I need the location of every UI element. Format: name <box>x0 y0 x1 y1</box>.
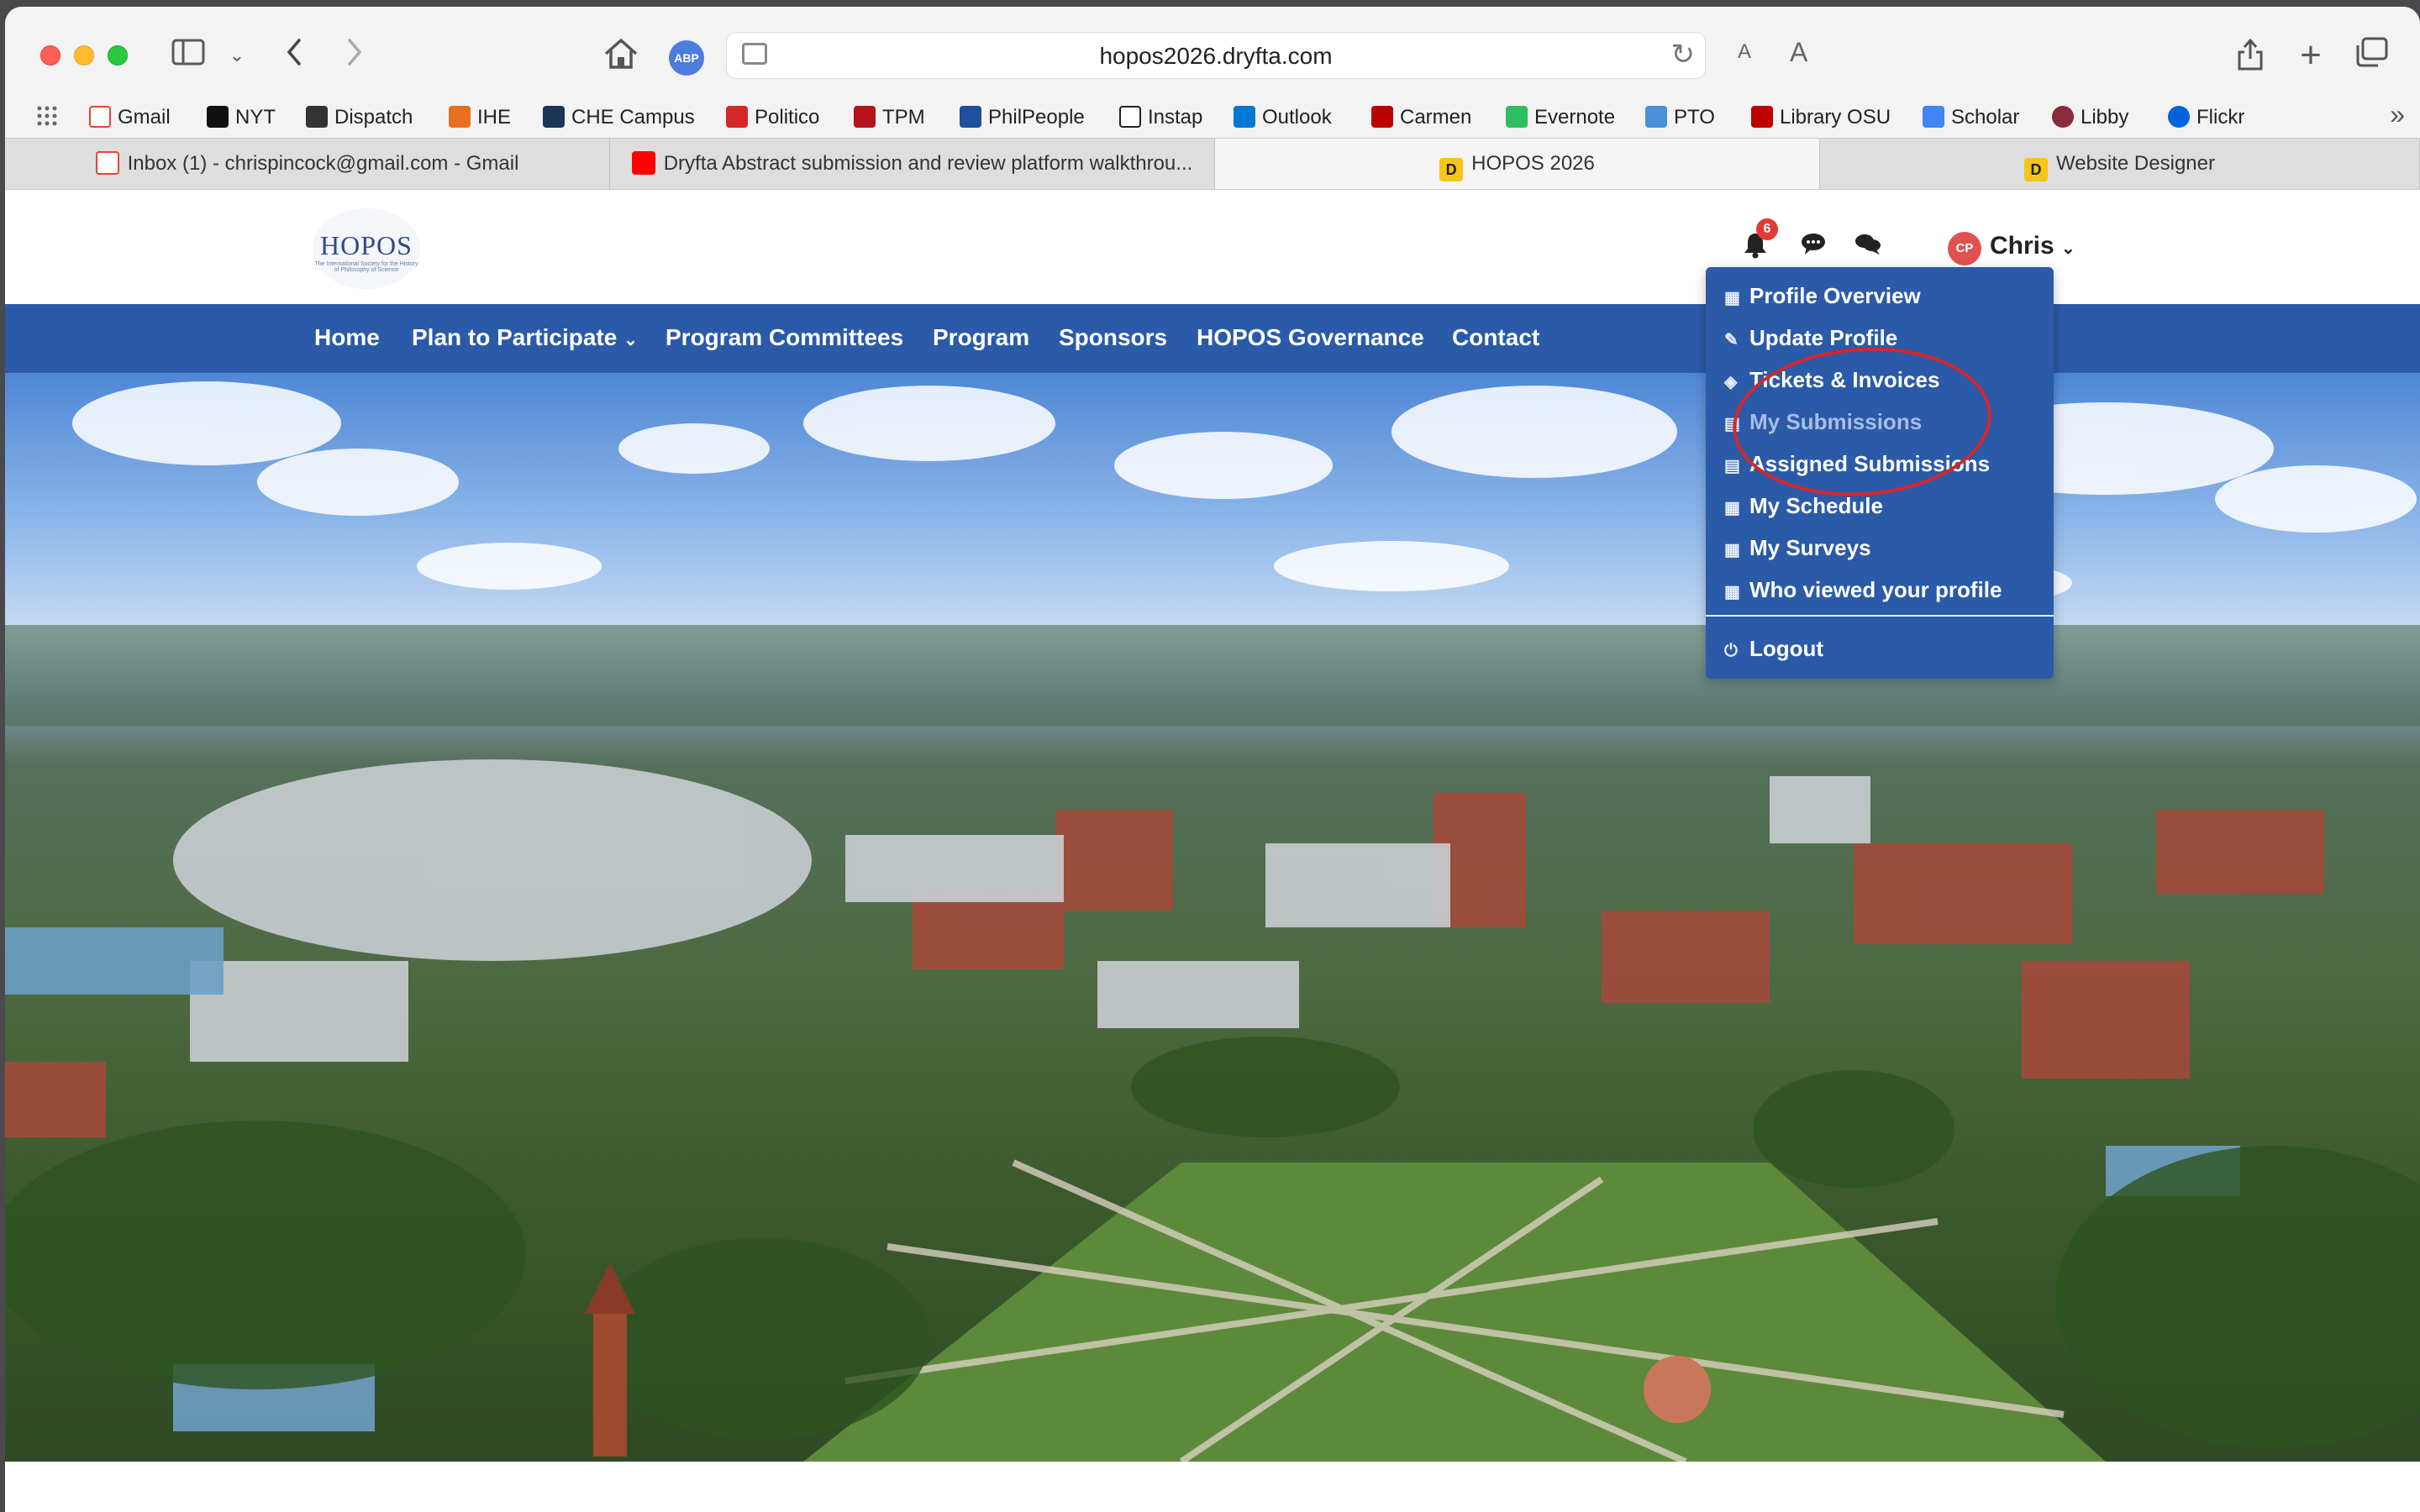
dashboard-icon: ▦ <box>1724 289 1740 307</box>
calendar-icon: ▦ <box>1724 499 1740 517</box>
bookmark-evernote[interactable]: Evernote <box>1506 104 1615 131</box>
gmail-icon <box>95 151 119 175</box>
dispatch-icon <box>306 106 328 128</box>
tpm-icon <box>854 106 876 128</box>
reload-icon[interactable]: ↻ <box>1671 38 1696 71</box>
menu-divider <box>1706 615 2054 617</box>
instapaper-icon <box>1119 106 1141 128</box>
new-tab-icon[interactable]: + <box>2294 37 2328 74</box>
hopos-logo[interactable]: HOPOS The International Society for the … <box>313 208 420 289</box>
nav-contact[interactable]: Contact <box>1452 324 1539 351</box>
back-icon[interactable] <box>279 37 309 74</box>
bookmark-library-osu[interactable]: Library OSU <box>1751 104 1891 131</box>
tab-hopos-2026[interactable]: D HOPOS 2026 <box>1215 139 1820 189</box>
notification-badge: 6 <box>1756 218 1778 240</box>
forward-icon[interactable] <box>339 37 370 74</box>
calendar-icon: ▦ <box>1724 583 1740 601</box>
nyt-icon <box>207 106 229 128</box>
bookmark-flickr[interactable]: Flickr <box>2168 104 2244 131</box>
power-icon: ⏻ <box>1724 642 1738 660</box>
dryfta-icon: D <box>2024 158 2048 181</box>
address-bar[interactable]: hopos2026.dryfta.com ↻ <box>726 32 1706 79</box>
nav-home[interactable]: Home <box>314 324 380 351</box>
menu-profile-overview[interactable]: ▦ Profile Overview <box>1724 279 1921 312</box>
politico-icon <box>726 106 748 128</box>
decrease-font-button[interactable]: A <box>1738 40 1751 64</box>
library-osu-icon <box>1751 106 1773 128</box>
ihe-icon <box>449 106 471 128</box>
adblock-plus-icon[interactable]: ABP <box>669 40 704 76</box>
main-navigation: Home Plan to Participate ⌄ Program Commi… <box>5 304 2420 373</box>
bookmark-philpeople[interactable]: PhilPeople <box>960 104 1085 131</box>
page-footer-strip <box>5 1462 2420 1512</box>
home-icon[interactable] <box>602 37 640 74</box>
share-icon[interactable] <box>2233 37 2267 74</box>
apps-grid-icon[interactable] <box>35 104 59 131</box>
bookmark-politico[interactable]: Politico <box>726 104 819 131</box>
sidebar-toggle-icon[interactable] <box>170 37 207 74</box>
browser-window: ⌄ ABP hopos2026.dryfta.com ↻ A A + Gmail… <box>5 7 2420 1512</box>
bookmark-dispatch[interactable]: Dispatch <box>306 104 413 131</box>
chevron-down-icon[interactable]: ⌄ <box>225 37 249 74</box>
bookmark-carmen[interactable]: Carmen <box>1371 104 1471 131</box>
outlook-icon <box>1234 106 1255 128</box>
web-page: HOPOS The International Society for the … <box>5 190 2420 1512</box>
bookmark-gmail[interactable]: Gmail <box>89 104 171 131</box>
nav-hopos-governance[interactable]: HOPOS Governance <box>1197 324 1424 351</box>
menu-who-viewed-profile[interactable]: ▦ Who viewed your profile <box>1724 573 2002 606</box>
calendar-icon: ▦ <box>1724 541 1740 559</box>
edit-icon: ✎ <box>1724 331 1739 349</box>
bookmark-scholar[interactable]: Scholar <box>1923 104 2019 131</box>
tab-overview-icon[interactable] <box>2353 37 2390 74</box>
youtube-icon <box>631 151 655 175</box>
evernote-icon <box>1506 106 1528 128</box>
che-icon <box>543 106 565 128</box>
scholar-icon <box>1923 106 1944 128</box>
nav-plan-to-participate[interactable]: Plan to Participate ⌄ <box>412 324 638 351</box>
dryfta-icon: D <box>1439 158 1464 181</box>
bookmark-instap[interactable]: Instap <box>1119 104 1202 131</box>
close-window-button[interactable] <box>40 45 60 66</box>
bookmark-ihe[interactable]: IHE <box>449 104 511 131</box>
bookmark-pto[interactable]: PTO <box>1645 104 1715 131</box>
user-menu-toggle[interactable]: Chris ⌄ <box>1990 232 2075 260</box>
chat-icon[interactable] <box>1854 232 1882 261</box>
bookmark-nyt[interactable]: NYT <box>207 104 276 131</box>
gmail-icon <box>89 106 111 128</box>
bookmark-tpm[interactable]: TPM <box>854 104 925 131</box>
messages-icon[interactable] <box>1800 232 1827 261</box>
chevron-down-icon: ⌄ <box>2061 239 2075 258</box>
libby-icon <box>2052 106 2074 128</box>
more-bookmarks-icon[interactable]: » <box>2390 99 2405 130</box>
avatar[interactable]: CP <box>1948 232 1981 265</box>
tab-website-designer[interactable]: D Website Designer <box>1820 139 2420 189</box>
browser-toolbar: ⌄ ABP hopos2026.dryfta.com ↻ A A + <box>5 7 2420 101</box>
flickr-icon <box>2168 106 2190 128</box>
url-text: hopos2026.dryfta.com <box>1099 43 1333 69</box>
tab-bar: Inbox (1) - chrispincock@gmail.com - Gma… <box>5 138 2420 190</box>
site-header: HOPOS The International Society for the … <box>5 190 2420 304</box>
menu-logout[interactable]: ⏻ Logout <box>1724 632 1823 665</box>
pto-icon <box>1645 106 1667 128</box>
nav-sponsors[interactable]: Sponsors <box>1059 324 1167 351</box>
carmen-icon <box>1371 106 1393 128</box>
tab-dryfta-youtube[interactable]: Dryfta Abstract submission and review pl… <box>610 139 1215 189</box>
bookmark-libby[interactable]: Libby <box>2052 104 2128 131</box>
zoom-window-button[interactable] <box>108 45 128 66</box>
bookmark-che-campus[interactable]: CHE Campus <box>543 104 695 131</box>
nav-program[interactable]: Program <box>933 324 1029 351</box>
nav-program-committees[interactable]: Program Committees <box>666 324 903 351</box>
minimize-window-button[interactable] <box>74 45 94 66</box>
bookmark-outlook[interactable]: Outlook <box>1234 104 1332 131</box>
hero-campus-aerial-image <box>5 373 2420 1462</box>
menu-my-surveys[interactable]: ▦ My Surveys <box>1724 531 1871 564</box>
increase-font-button[interactable]: A <box>1790 37 1807 68</box>
tab-gmail[interactable]: Inbox (1) - chrispincock@gmail.com - Gma… <box>5 139 610 189</box>
philpeople-icon <box>960 106 981 128</box>
bookmarks-bar: Gmail NYT Dispatch IHE CHE Campus Politi… <box>5 97 2420 138</box>
chevron-down-icon: ⌄ <box>623 331 638 349</box>
